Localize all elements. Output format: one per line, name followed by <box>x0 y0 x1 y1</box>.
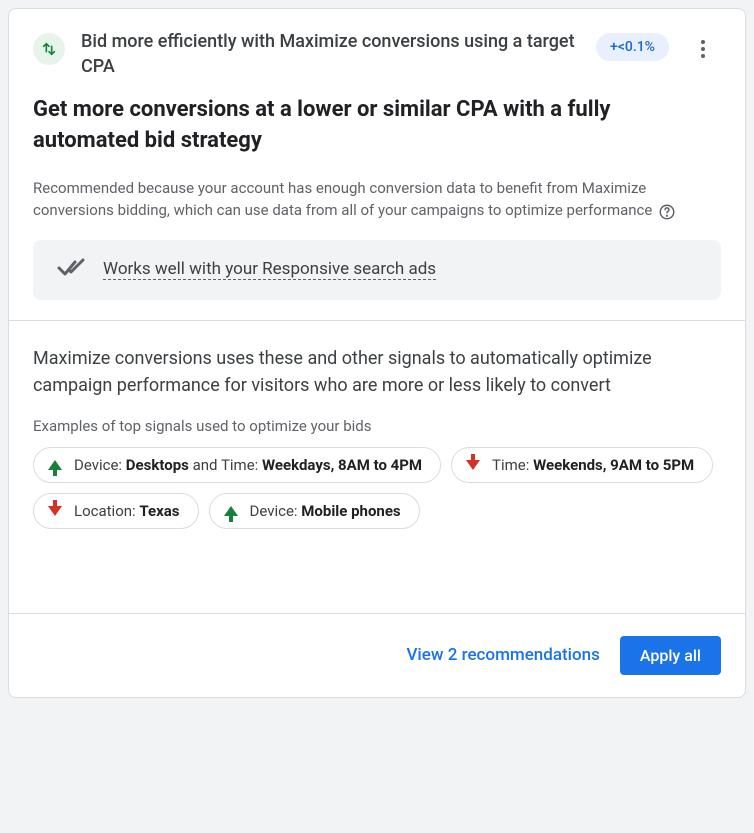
works-well-link[interactable]: Works well with your Responsive search a… <box>103 259 436 280</box>
headline-section: Get more conversions at a lower or simil… <box>9 95 745 320</box>
recommendation-card: Bid more efficiently with Maximize conve… <box>8 8 746 698</box>
score-uplift-badge: +<0.1% <box>596 33 669 61</box>
card-footer: View 2 recommendations Apply all <box>9 613 745 697</box>
works-well-callout: Works well with your Responsive search a… <box>33 240 721 300</box>
headline-text: Get more conversions at a lower or simil… <box>33 95 721 157</box>
signals-label: Examples of top signals used to optimize… <box>9 417 745 447</box>
card-title: Bid more efficiently with Maximize conve… <box>81 29 580 79</box>
bid-arrows-icon <box>33 33 65 65</box>
signal-chip: Device: Mobile phones <box>209 493 420 529</box>
arrow-up-icon <box>224 506 238 516</box>
double-check-icon <box>57 258 85 282</box>
signal-chip: Device: Desktops and Time: Weekdays, 8AM… <box>33 447 441 483</box>
signal-chips-container: Device: Desktops and Time: Weekdays, 8AM… <box>9 447 745 553</box>
view-recommendations-link[interactable]: View 2 recommendations <box>406 645 599 665</box>
signal-chip: Time: Weekends, 9AM to 5PM <box>451 447 713 483</box>
signal-chip: Location: Texas <box>33 493 199 529</box>
arrow-down-icon <box>48 506 62 516</box>
arrow-up-icon <box>48 460 62 470</box>
card-header: Bid more efficiently with Maximize conve… <box>9 9 745 95</box>
help-icon[interactable] <box>658 203 676 221</box>
overflow-menu-button[interactable] <box>685 31 721 67</box>
more-vert-icon <box>701 40 705 58</box>
apply-all-button[interactable]: Apply all <box>620 636 721 675</box>
arrow-down-icon <box>466 460 480 470</box>
description-text: Recommended because your account has eno… <box>33 177 721 222</box>
signals-description: Maximize conversions uses these and othe… <box>9 321 745 417</box>
